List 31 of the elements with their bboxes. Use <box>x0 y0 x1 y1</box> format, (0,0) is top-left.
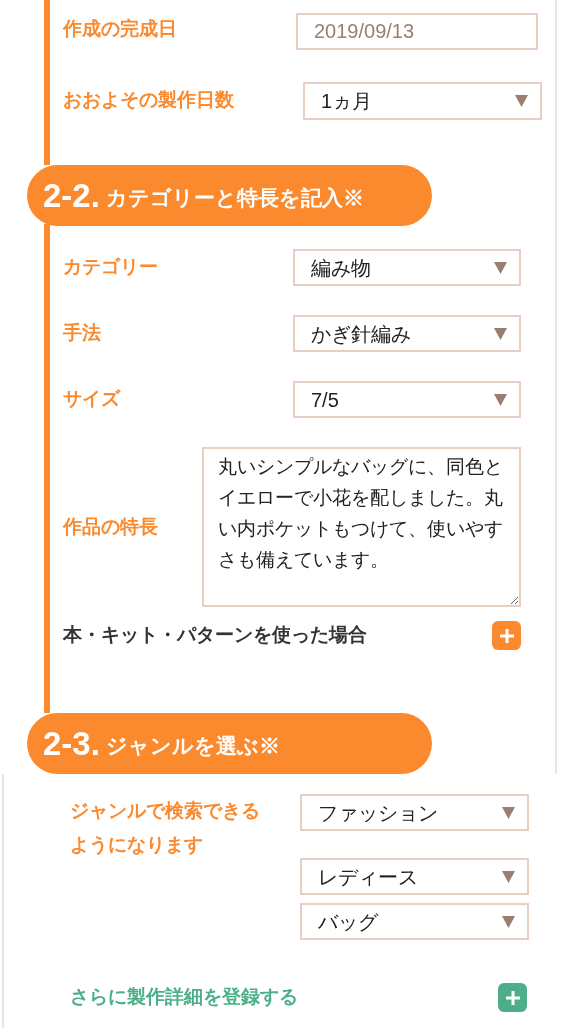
dropdown-arrow-icon <box>502 915 515 928</box>
select-field[interactable]: 1ヵ月 <box>303 82 542 120</box>
plus-icon <box>504 989 521 1006</box>
field-label: ジャンルで検索できるようになります <box>70 799 261 857</box>
textarea-field[interactable]: 丸いシンプルなバッグに、同色とイエローで小花を配しました。丸い内ポケットもつけて、使いやすさも備えています。 <box>202 447 521 607</box>
field-label: 手法 <box>63 321 101 346</box>
plus-icon <box>498 627 515 644</box>
dropdown-arrow-icon <box>494 261 507 274</box>
field-label: カテゴリー <box>63 255 158 280</box>
date-field[interactable]: 2019/09/13 <box>296 13 538 50</box>
dropdown-arrow-icon <box>494 393 507 406</box>
select-field[interactable]: レディース <box>300 858 529 895</box>
select-field[interactable]: 7/5 <box>293 381 521 418</box>
select-field[interactable]: ファッション <box>300 794 529 831</box>
dropdown-arrow-icon <box>502 870 515 883</box>
dropdown-arrow-icon <box>494 327 507 340</box>
dropdown-arrow-icon <box>515 95 528 107</box>
field-label: おおよその製作日数 <box>63 88 234 112</box>
expander-label: 本・キット・パターンを使った場合 <box>63 623 367 648</box>
select-field[interactable]: 編み物 <box>293 249 521 286</box>
add-button[interactable] <box>498 983 527 1012</box>
field-label: 作成の完成日 <box>63 17 177 41</box>
section-heading: 2-3. ジャンルを選ぶ※ <box>27 713 432 774</box>
select-field[interactable]: かぎ針編み <box>293 315 521 352</box>
expander-label: さらに製作詳細を登録する <box>70 985 298 1010</box>
field-label: サイズ <box>63 387 120 412</box>
field-label: 作品の特長 <box>63 514 158 539</box>
add-button[interactable] <box>492 621 521 650</box>
section-heading: 2-2. カテゴリーと特長を記入※ <box>27 165 432 226</box>
dropdown-arrow-icon <box>502 806 515 819</box>
select-field[interactable]: バッグ <box>300 903 529 940</box>
